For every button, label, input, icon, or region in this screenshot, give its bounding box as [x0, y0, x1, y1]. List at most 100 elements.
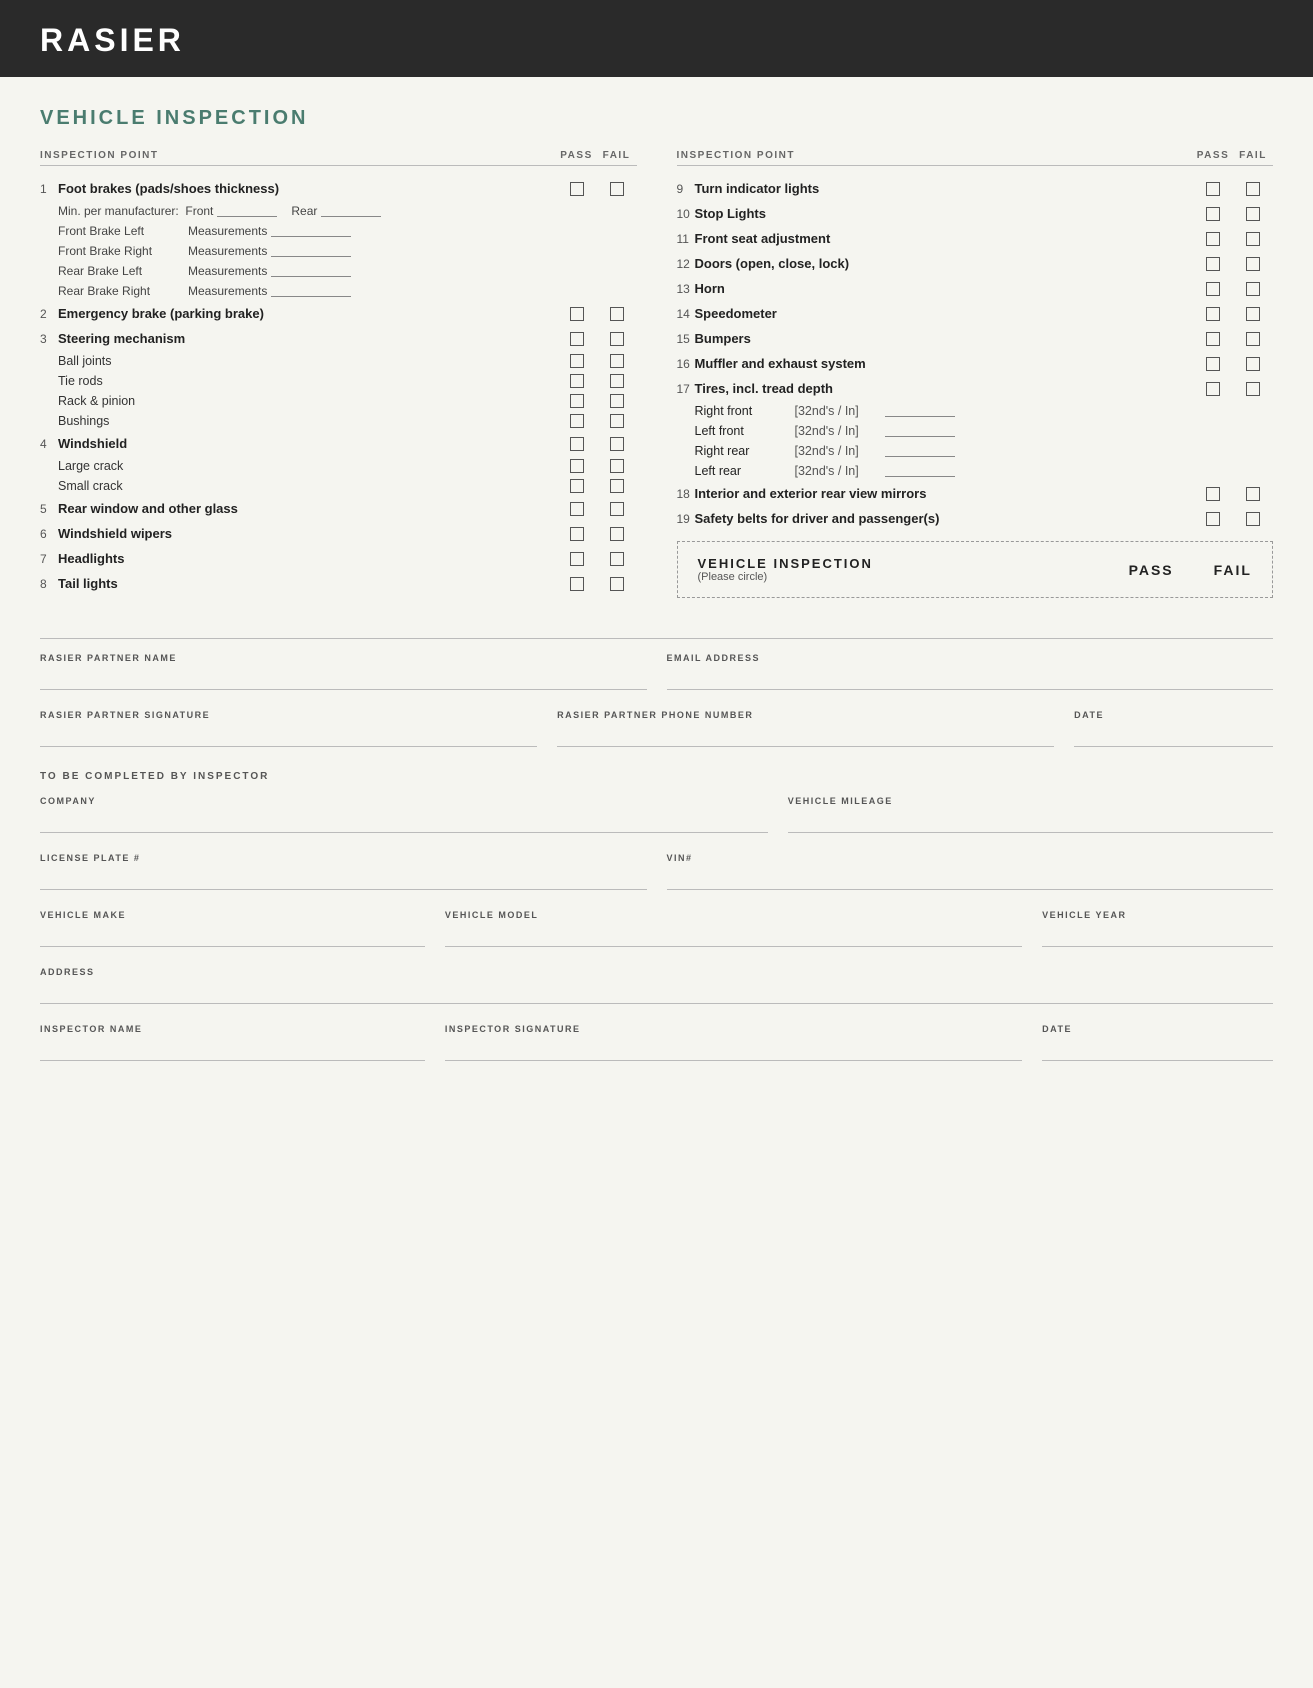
tire-left-rear-field[interactable] — [885, 465, 955, 477]
row-pass-7[interactable] — [557, 552, 597, 566]
partner-phone-value[interactable] — [557, 724, 1054, 742]
rear-brake-right-meas-line[interactable] — [271, 285, 351, 297]
row-fail-2[interactable] — [597, 307, 637, 321]
vin-value[interactable] — [667, 867, 1274, 885]
checkbox-large-crack-fail[interactable] — [610, 459, 624, 473]
checkbox-16-fail[interactable] — [1246, 357, 1260, 371]
rack-pinion-fail[interactable] — [597, 394, 637, 408]
row-pass-12[interactable] — [1193, 257, 1233, 271]
partner-signature-value[interactable] — [40, 724, 537, 742]
row-fail-13[interactable] — [1233, 282, 1273, 296]
row-pass-17[interactable] — [1193, 382, 1233, 396]
row-fail-8[interactable] — [597, 577, 637, 591]
checkbox-6-fail[interactable] — [610, 527, 624, 541]
checkbox-9-pass[interactable] — [1206, 182, 1220, 196]
tire-left-front-field[interactable] — [885, 425, 955, 437]
tie-rods-pass[interactable] — [557, 374, 597, 388]
row-pass-1[interactable] — [557, 182, 597, 196]
mileage-value[interactable] — [788, 810, 1273, 828]
large-crack-pass[interactable] — [557, 459, 597, 473]
date2-value[interactable] — [1042, 1038, 1273, 1056]
checkbox-14-fail[interactable] — [1246, 307, 1260, 321]
checkbox-7-fail[interactable] — [610, 552, 624, 566]
checkbox-7-pass[interactable] — [570, 552, 584, 566]
vehicle-year-value[interactable] — [1042, 924, 1273, 942]
checkbox-rack-pinion-pass[interactable] — [570, 394, 584, 408]
checkbox-tie-rods-pass[interactable] — [570, 374, 584, 388]
row-pass-4[interactable] — [557, 437, 597, 451]
row-fail-6[interactable] — [597, 527, 637, 541]
rack-pinion-pass[interactable] — [557, 394, 597, 408]
checkbox-12-fail[interactable] — [1246, 257, 1260, 271]
partner-name-value[interactable] — [40, 667, 647, 685]
row-pass-2[interactable] — [557, 307, 597, 321]
tie-rods-fail[interactable] — [597, 374, 637, 388]
checkbox-4-pass[interactable] — [570, 437, 584, 451]
row-pass-5[interactable] — [557, 502, 597, 516]
row-fail-11[interactable] — [1233, 232, 1273, 246]
checkbox-15-pass[interactable] — [1206, 332, 1220, 346]
checkbox-1-pass[interactable] — [570, 182, 584, 196]
checkbox-bushings-pass[interactable] — [570, 414, 584, 428]
row-pass-9[interactable] — [1193, 182, 1233, 196]
ball-joints-fail[interactable] — [597, 354, 637, 368]
checkbox-2-pass[interactable] — [570, 307, 584, 321]
checkbox-ball-joints-fail[interactable] — [610, 354, 624, 368]
row-pass-13[interactable] — [1193, 282, 1233, 296]
small-crack-pass[interactable] — [557, 479, 597, 493]
row-pass-6[interactable] — [557, 527, 597, 541]
row-pass-8[interactable] — [557, 577, 597, 591]
row-fail-16[interactable] — [1233, 357, 1273, 371]
checkbox-14-pass[interactable] — [1206, 307, 1220, 321]
row-fail-19[interactable] — [1233, 512, 1273, 526]
small-crack-fail[interactable] — [597, 479, 637, 493]
row-pass-11[interactable] — [1193, 232, 1233, 246]
row-fail-1[interactable] — [597, 182, 637, 196]
front-brake-left-meas-line[interactable] — [271, 225, 351, 237]
row-pass-15[interactable] — [1193, 332, 1233, 346]
vehicle-make-value[interactable] — [40, 924, 425, 942]
checkbox-3-pass[interactable] — [570, 332, 584, 346]
large-crack-fail[interactable] — [597, 459, 637, 473]
checkbox-13-fail[interactable] — [1246, 282, 1260, 296]
row-fail-5[interactable] — [597, 502, 637, 516]
row-fail-18[interactable] — [1233, 487, 1273, 501]
tire-right-rear-field[interactable] — [885, 445, 955, 457]
email-value[interactable] — [667, 667, 1274, 685]
front-brake-right-meas-line[interactable] — [271, 245, 351, 257]
row-fail-9[interactable] — [1233, 182, 1273, 196]
checkbox-5-pass[interactable] — [570, 502, 584, 516]
checkbox-4-fail[interactable] — [610, 437, 624, 451]
checkbox-1-fail[interactable] — [610, 182, 624, 196]
checkbox-17-pass[interactable] — [1206, 382, 1220, 396]
checkbox-large-crack-pass[interactable] — [570, 459, 584, 473]
checkbox-11-fail[interactable] — [1246, 232, 1260, 246]
row-fail-3[interactable] — [597, 332, 637, 346]
checkbox-5-fail[interactable] — [610, 502, 624, 516]
tire-right-front-field[interactable] — [885, 405, 955, 417]
vehicle-model-value[interactable] — [445, 924, 1022, 942]
row-pass-19[interactable] — [1193, 512, 1233, 526]
checkbox-19-pass[interactable] — [1206, 512, 1220, 526]
checkbox-17-fail[interactable] — [1246, 382, 1260, 396]
checkbox-16-pass[interactable] — [1206, 357, 1220, 371]
row-pass-3[interactable] — [557, 332, 597, 346]
row-fail-12[interactable] — [1233, 257, 1273, 271]
checkbox-8-pass[interactable] — [570, 577, 584, 591]
checkbox-bushings-fail[interactable] — [610, 414, 624, 428]
bushings-fail[interactable] — [597, 414, 637, 428]
rear-measurement-field[interactable] — [321, 205, 381, 217]
address-value[interactable] — [40, 981, 1273, 999]
row-fail-14[interactable] — [1233, 307, 1273, 321]
checkbox-12-pass[interactable] — [1206, 257, 1220, 271]
row-fail-4[interactable] — [597, 437, 637, 451]
row-pass-10[interactable] — [1193, 207, 1233, 221]
checkbox-ball-joints-pass[interactable] — [570, 354, 584, 368]
row-pass-18[interactable] — [1193, 487, 1233, 501]
bushings-pass[interactable] — [557, 414, 597, 428]
inspector-name-value[interactable] — [40, 1038, 425, 1056]
company-value[interactable] — [40, 810, 768, 828]
checkbox-rack-pinion-fail[interactable] — [610, 394, 624, 408]
front-measurement-field[interactable] — [217, 205, 277, 217]
checkbox-18-fail[interactable] — [1246, 487, 1260, 501]
